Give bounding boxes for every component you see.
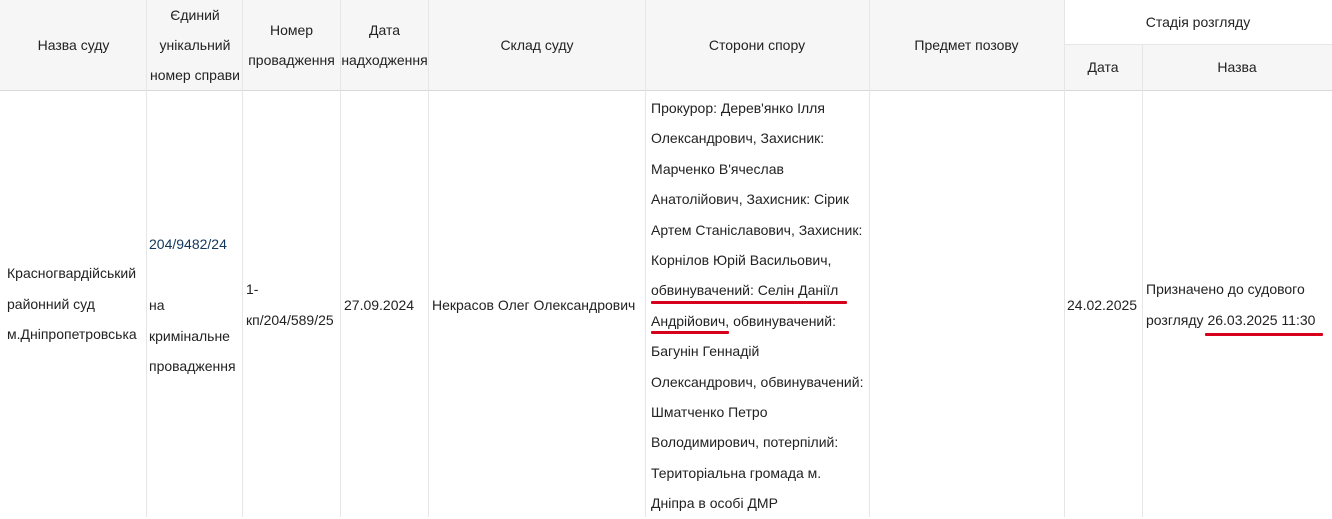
court-composition-cell: Некрасов Олег Олександрович — [432, 290, 645, 320]
stage-date-cell: 24.02.2025 — [1067, 290, 1142, 320]
party-line: Анатолійович, Захисник: Сірик — [651, 191, 849, 208]
received-date-cell: 27.09.2024 — [344, 290, 429, 320]
case-number-cell: 204/9482/24 на кримінальне провадження — [149, 229, 243, 382]
header-case-number-line2: унікальний — [159, 37, 231, 53]
header-case-number: Єдиний унікальний номер справи — [147, 0, 243, 90]
court-composition-value: Некрасов Олег Олександрович — [432, 297, 636, 313]
highlight-underline — [651, 331, 729, 334]
header-stage: Стадія розгляду — [1064, 0, 1332, 44]
party-line: Територіальна громада м. — [651, 464, 822, 481]
header-stage-date-label: Дата — [1087, 59, 1119, 75]
header-court-name: Назва суду — [0, 0, 147, 90]
proceeding-number-cell: 1- кп/204/589/25 — [246, 274, 340, 335]
party-line: Артем Станіславович, Захисник: — [651, 221, 863, 238]
header-court-composition: Склад суду — [429, 0, 645, 90]
header-claim-subject-label: Предмет позову — [914, 37, 1019, 53]
header-proceeding-number-line1: Номер — [269, 22, 314, 38]
party-line: Олександрович, Захисник: — [651, 130, 825, 147]
proceeding-number-line: 1- — [246, 281, 259, 297]
header-bottom-border — [0, 90, 1332, 91]
header-court-name-label: Назва суду — [37, 37, 110, 53]
case-type-line: кримінальне — [149, 327, 230, 344]
header-stage-name-label: Назва — [1217, 59, 1257, 75]
header-received-date-line2: надходження — [341, 52, 428, 68]
party-line: Прокурор: Дерев'янко Ілля — [651, 100, 825, 116]
header-received-date-line1: Дата — [368, 22, 400, 38]
party-line: Олександрович, обвинувачений: — [651, 373, 864, 390]
stage-hearing-datetime: 26.03.2025 11:30 — [1207, 312, 1316, 328]
header-claim-subject: Предмет позову — [869, 0, 1064, 90]
header-stage-label: Стадія розгляду — [1145, 14, 1251, 30]
column-divider — [340, 0, 341, 517]
stage-name-cell: Призначено до судового розгляду 26.03.20… — [1146, 274, 1332, 336]
party-line: Шматченко Петро — [651, 404, 768, 421]
stage-date-value: 24.02.2025 — [1067, 297, 1138, 313]
stage-name-line: розгляду 26.03.2025 11:30 — [1146, 305, 1332, 336]
proceeding-number-line: кп/204/589/25 — [246, 311, 334, 328]
court-cases-table: Назва суду Єдиний унікальний номер справ… — [0, 0, 1332, 517]
received-date-value: 27.09.2024 — [344, 297, 415, 313]
header-stage-name: Назва — [1142, 44, 1332, 90]
court-name-line: Красногвардійський — [7, 265, 137, 281]
party-line: Володимирович, потерпілий: — [651, 434, 839, 451]
case-type-line: провадження — [149, 358, 236, 374]
court-name-cell: Красногвардійський районний суд м.Дніпро… — [7, 258, 146, 350]
header-case-number-line1: Єдиний — [170, 7, 220, 23]
column-divider — [1064, 0, 1065, 517]
header-parties-label: Сторони спору — [708, 37, 806, 53]
court-name-line: районний суд — [7, 295, 95, 312]
column-divider — [1142, 44, 1143, 517]
highlight-underline — [651, 301, 847, 304]
header-stage-date: Дата — [1064, 44, 1142, 90]
header-parties: Сторони спору — [645, 0, 869, 90]
column-divider — [428, 0, 429, 517]
parties-cell: Прокурор: Дерев'янко Ілля Олександрович,… — [651, 93, 871, 519]
header-court-composition-label: Склад суду — [500, 37, 574, 53]
header-proceeding-number: Номер провадження — [243, 0, 340, 90]
header-proceeding-number-line2: провадження — [248, 52, 335, 68]
header-case-number-line3: номер справи — [149, 67, 240, 83]
stage-header-divider — [1064, 44, 1332, 45]
stage-name-prefix: розгляду — [1146, 312, 1204, 328]
highlight-underline — [1205, 333, 1323, 336]
column-divider — [146, 0, 147, 517]
party-line: Корнілов Юрій Васильович, — [651, 252, 832, 269]
party-line: Багунін Геннадій — [651, 343, 760, 360]
party-line: Дніпра в особі ДМР — [651, 495, 778, 512]
case-number-link[interactable]: 204/9482/24 — [149, 229, 243, 260]
header-received-date: Дата надходження — [340, 0, 429, 90]
stage-name-line: Призначено до судового — [1146, 281, 1305, 297]
court-name-line: м.Дніпропетровська — [7, 326, 137, 342]
party-line: Марченко В'ячеслав — [651, 160, 784, 177]
column-divider — [645, 0, 646, 517]
case-type-line: на — [149, 297, 165, 313]
